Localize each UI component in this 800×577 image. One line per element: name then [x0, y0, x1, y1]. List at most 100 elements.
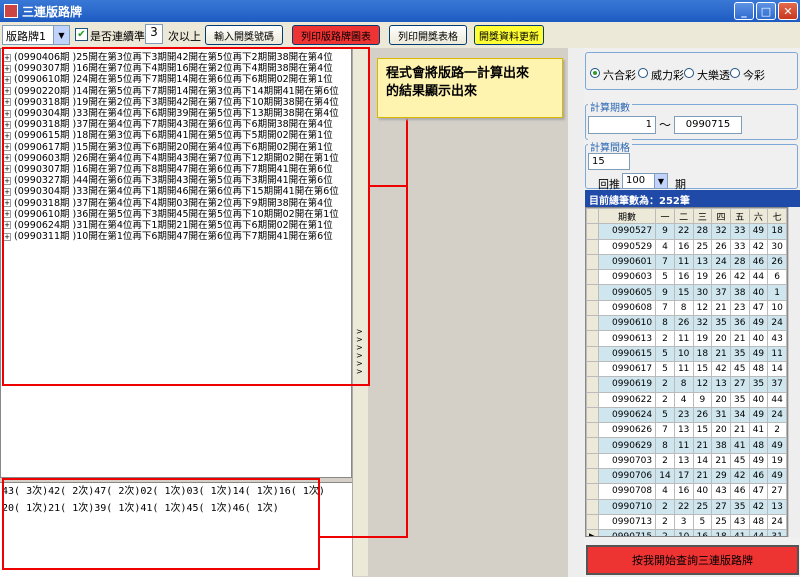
number-cell[interactable]: 27 [729, 376, 750, 393]
number-cell[interactable]: 25 [692, 238, 713, 255]
table-row[interactable]: 0990703 2 13 14 21 45 49 19 [586, 452, 787, 470]
radio-lottery-1[interactable] [638, 68, 648, 78]
number-cell[interactable]: 24 [711, 253, 731, 271]
row-header[interactable] [586, 513, 599, 531]
number-cell[interactable]: 38 [711, 437, 731, 454]
number-cell[interactable]: 46 [748, 468, 769, 485]
number-cell[interactable]: 35 [729, 391, 750, 408]
period-from-input[interactable]: 1 [588, 116, 656, 134]
period-cell[interactable]: 0990708 [597, 483, 657, 500]
period-cell[interactable]: 0990610 [597, 315, 657, 332]
table-row[interactable]: 0990529 4 16 25 26 33 42 30 [586, 238, 787, 255]
number-cell[interactable]: 42 [729, 269, 750, 286]
period-cell[interactable]: 0990601 [597, 253, 657, 271]
number-cell[interactable]: 26 [692, 406, 713, 424]
number-cell[interactable]: 18 [711, 529, 731, 536]
number-cell[interactable]: 40 [748, 284, 769, 301]
draw-results-grid[interactable]: 期數一二三四五六七 0990527 9 22 28 32 33 49 18 0990529 4 16… [585, 207, 788, 537]
grid-column-header[interactable]: 二 [673, 208, 694, 225]
period-cell[interactable]: 0990629 [597, 437, 657, 454]
number-cell[interactable]: 35 [729, 345, 750, 362]
table-row[interactable]: 0990710 2 22 25 27 35 42 13 [586, 498, 787, 515]
number-cell[interactable]: 19 [767, 452, 787, 470]
number-cell[interactable]: 2 [655, 376, 675, 393]
number-cell[interactable]: 49 [748, 406, 769, 424]
number-cell[interactable]: 41 [748, 422, 769, 439]
number-cell[interactable]: 2 [655, 330, 675, 347]
number-cell[interactable]: 17 [673, 468, 694, 485]
grid-column-header[interactable]: 期數 [597, 208, 657, 225]
number-cell[interactable]: 48 [748, 437, 769, 454]
table-row[interactable]: 0990706 14 17 21 29 42 46 49 [586, 468, 787, 485]
number-cell[interactable]: 44 [767, 391, 787, 408]
number-cell[interactable]: 34 [729, 406, 750, 424]
number-cell[interactable]: 5 [655, 406, 675, 424]
grid-scrollbar[interactable] [788, 207, 800, 537]
number-cell[interactable]: 1 [767, 284, 787, 301]
number-cell[interactable]: 49 [767, 468, 787, 485]
maximize-button[interactable]: □ [756, 2, 776, 20]
number-cell[interactable]: 41 [729, 529, 750, 536]
table-row[interactable]: 0990613 2 11 19 20 21 40 43 [586, 330, 787, 347]
period-cell[interactable]: 0990624 [597, 406, 657, 424]
number-cell[interactable]: 20 [711, 391, 731, 408]
chevron-down-icon[interactable]: ▼ [654, 174, 667, 188]
row-header[interactable] [586, 253, 599, 271]
number-cell[interactable]: 7 [655, 253, 675, 271]
number-cell[interactable]: 35 [711, 315, 731, 332]
grid-column-header[interactable]: 四 [711, 208, 731, 225]
number-cell[interactable]: 21 [692, 437, 713, 454]
period-cell[interactable]: 0990713 [597, 513, 657, 531]
number-cell[interactable]: 43 [729, 513, 750, 531]
minimize-button[interactable]: _ [734, 2, 754, 20]
table-row[interactable]: 0990608 7 8 12 21 23 47 10 [586, 299, 787, 317]
number-cell[interactable]: 7 [655, 299, 675, 317]
number-cell[interactable]: 42 [748, 498, 769, 515]
number-cell[interactable]: 11 [673, 330, 694, 347]
number-cell[interactable]: 26 [767, 253, 787, 271]
number-cell[interactable]: 21 [711, 299, 731, 317]
number-cell[interactable]: 11 [673, 253, 694, 271]
interval-input[interactable]: 15 [588, 153, 630, 170]
number-cell[interactable]: 21 [711, 345, 731, 362]
table-row[interactable]: 0990527 9 22 28 32 33 49 18 [586, 223, 787, 240]
row-header[interactable] [586, 330, 599, 347]
number-cell[interactable]: 9 [655, 284, 675, 301]
grid-column-header[interactable]: 六 [748, 208, 769, 225]
number-cell[interactable]: 5 [655, 345, 675, 362]
number-cell[interactable]: 27 [711, 498, 731, 515]
number-cell[interactable]: 5 [655, 360, 675, 378]
number-cell[interactable]: 4 [655, 238, 675, 255]
number-cell[interactable]: 22 [673, 498, 694, 515]
number-cell[interactable]: 13 [767, 498, 787, 515]
print-chart-button[interactable]: 列印版路牌圖表 [292, 25, 380, 45]
number-cell[interactable]: 26 [711, 269, 731, 286]
number-cell[interactable]: 30 [767, 238, 787, 255]
row-header[interactable] [586, 498, 599, 515]
number-cell[interactable]: 24 [767, 513, 787, 531]
period-cell[interactable]: 0990529 [597, 238, 657, 255]
number-cell[interactable]: 24 [767, 406, 787, 424]
number-cell[interactable]: 20 [711, 422, 731, 439]
radio-lottery-2[interactable] [684, 68, 694, 78]
number-cell[interactable]: 13 [692, 253, 713, 271]
number-cell[interactable]: 49 [748, 345, 769, 362]
number-cell[interactable]: 25 [711, 513, 731, 531]
number-cell[interactable]: 49 [767, 437, 787, 454]
number-cell[interactable]: 48 [748, 360, 769, 378]
number-cell[interactable]: 8 [655, 315, 675, 332]
number-cell[interactable]: 14 [655, 468, 675, 485]
number-cell[interactable]: 10 [767, 299, 787, 317]
table-row[interactable]: 0990603 5 16 19 26 42 44 6 [586, 269, 787, 286]
number-cell[interactable]: 27 [767, 483, 787, 500]
table-row[interactable]: 0990605 9 15 30 37 38 40 1 [586, 284, 787, 301]
period-to-input[interactable]: 0990715 [674, 116, 742, 134]
number-cell[interactable]: 28 [729, 253, 750, 271]
grid-column-header[interactable]: 七 [767, 208, 787, 225]
close-button[interactable]: ✕ [778, 2, 798, 20]
number-cell[interactable]: 30 [692, 284, 713, 301]
number-cell[interactable]: 9 [655, 223, 675, 240]
period-cell[interactable]: 0990608 [597, 299, 657, 317]
number-cell[interactable]: 46 [729, 483, 750, 500]
number-cell[interactable]: 16 [692, 529, 713, 536]
